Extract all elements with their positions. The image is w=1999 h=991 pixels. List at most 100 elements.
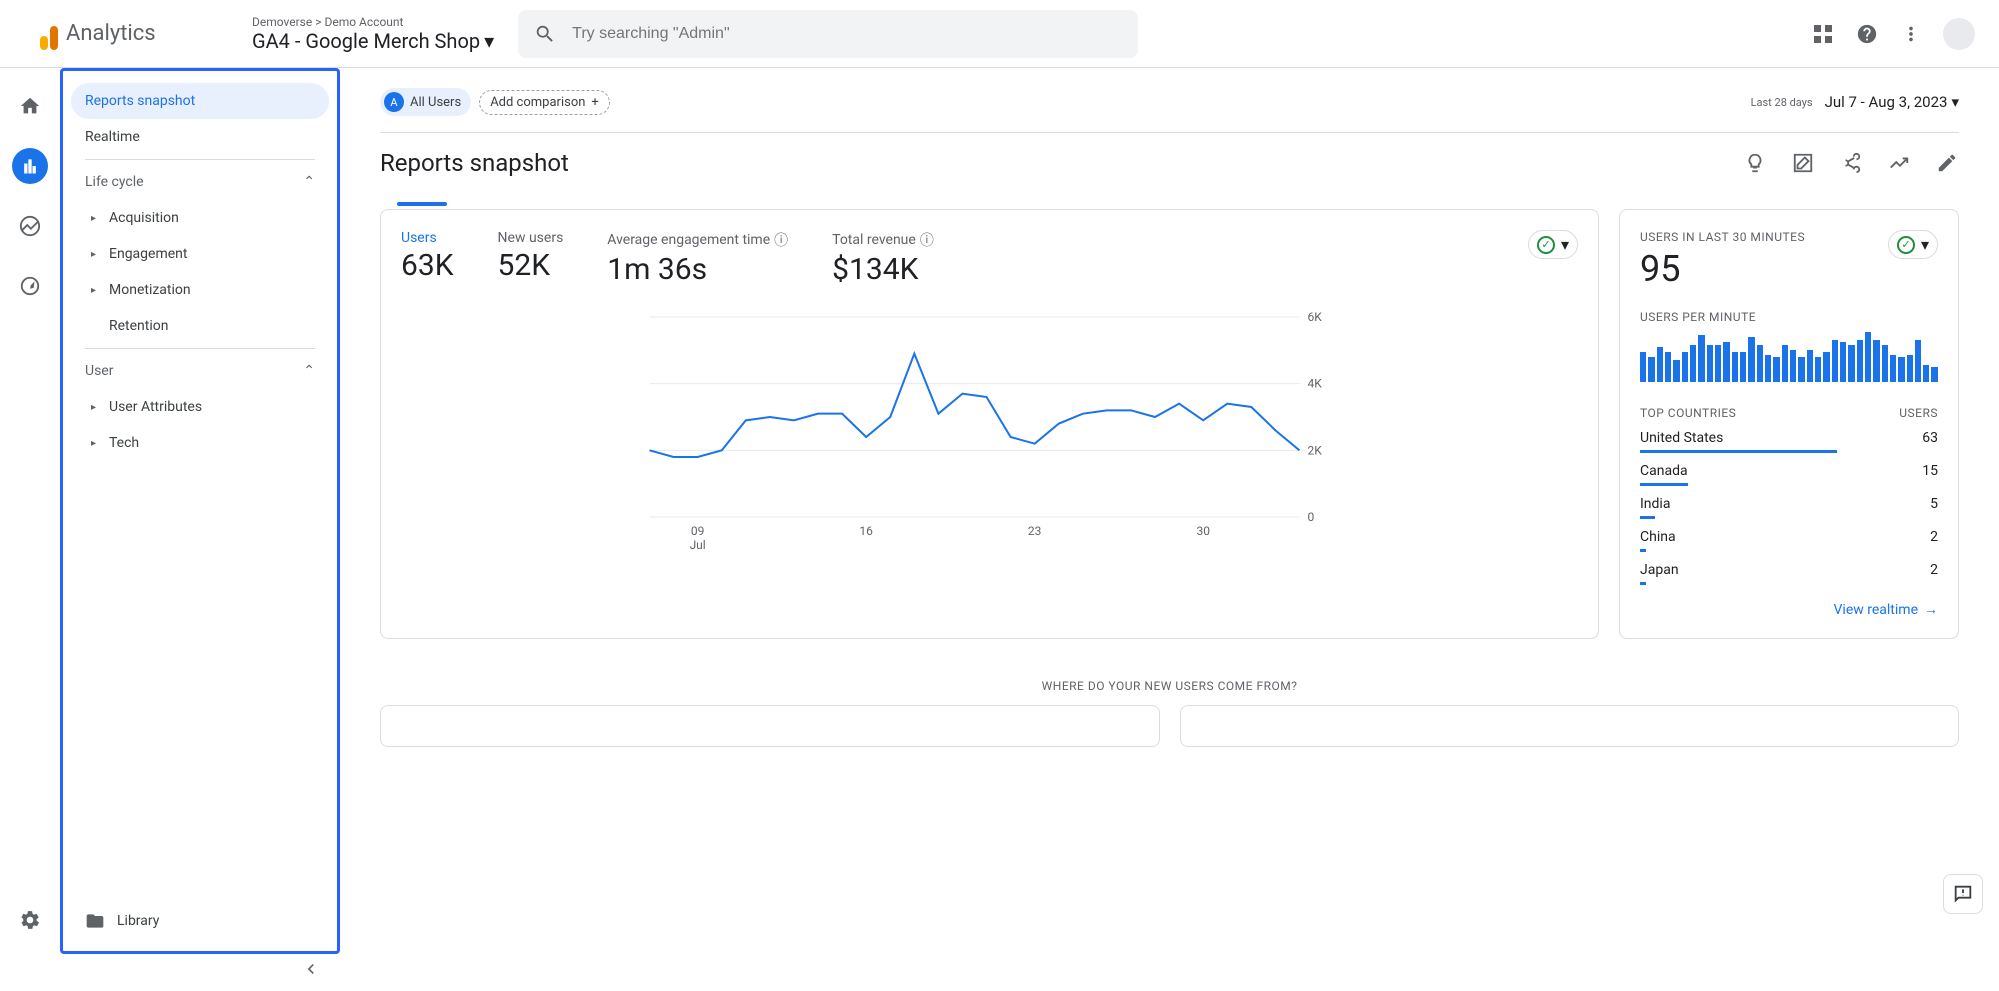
search-input[interactable] <box>572 25 1122 43</box>
caret-right-icon: ▸ <box>91 285 101 296</box>
nav-admin[interactable] <box>12 902 48 938</box>
segment-letter: A <box>384 92 404 112</box>
sidebar-item-label: Monetization <box>109 282 191 298</box>
library-label: Library <box>117 913 159 929</box>
users-line-chart: 02K4K6K09Jul162330 <box>401 307 1578 557</box>
help-icon[interactable] <box>1855 22 1879 46</box>
check-icon: ✓ <box>1897 236 1915 254</box>
segment-pill[interactable]: A All Users <box>380 88 471 116</box>
country-row: China2 <box>1640 529 1938 552</box>
svg-text:30: 30 <box>1196 524 1210 538</box>
users-per-minute-chart <box>1640 332 1938 382</box>
sidebar-item-retention[interactable]: Retention <box>71 308 329 344</box>
metric-value: $134K <box>832 252 934 287</box>
analytics-icon <box>40 18 58 50</box>
sidebar-item-acquisition[interactable]: ▸Acquisition <box>71 200 329 236</box>
nav-explore[interactable] <box>12 208 48 244</box>
card-placeholder <box>380 705 1160 747</box>
share-icon[interactable] <box>1839 151 1863 175</box>
caret-right-icon: ▸ <box>91 213 101 224</box>
segment-name: All Users <box>410 95 461 110</box>
svg-text:09: 09 <box>691 524 705 538</box>
more-menu-icon[interactable] <box>1899 22 1923 46</box>
country-row: India5 <box>1640 496 1938 519</box>
nav-reports[interactable] <box>12 148 48 184</box>
data-quality-chip[interactable]: ✓ ▾ <box>1888 230 1938 259</box>
chevron-down-icon: ▾ <box>1561 235 1569 254</box>
search-box[interactable] <box>518 10 1138 58</box>
breadcrumb: Demoverse > Demo Account <box>252 15 494 29</box>
sidebar-item-reports-snapshot[interactable]: Reports snapshot <box>71 83 329 119</box>
customize-icon[interactable] <box>1791 151 1815 175</box>
country-users: 2 <box>1930 562 1938 578</box>
country-row: United States63 <box>1640 430 1938 453</box>
collapse-button[interactable] <box>293 951 329 991</box>
add-comparison-button[interactable]: Add comparison + <box>479 90 610 115</box>
logo-text: Analytics <box>66 21 156 46</box>
country-name: Canada <box>1640 463 1688 479</box>
insights-icon[interactable] <box>1743 151 1767 175</box>
country-row: Canada15 <box>1640 463 1938 486</box>
edit-icon[interactable] <box>1935 151 1959 175</box>
section-user[interactable]: User ⌃ <box>71 353 329 389</box>
property-selector[interactable]: Demoverse > Demo Account GA4 - Google Me… <box>252 15 494 53</box>
svg-text:23: 23 <box>1028 524 1042 538</box>
country-row: Japan 2 <box>1640 562 1938 585</box>
sidebar-item-label: Retention <box>109 318 169 334</box>
help-icon[interactable]: ⓘ <box>774 230 788 250</box>
analytics-logo[interactable]: Analytics <box>40 18 220 50</box>
metric-tab-users[interactable]: Users 63K <box>401 230 454 283</box>
back-button[interactable] <box>8 22 32 46</box>
check-icon: ✓ <box>1537 236 1555 254</box>
data-quality-chip[interactable]: ✓ ▾ <box>1528 230 1578 259</box>
section-label: Life cycle <box>85 174 144 190</box>
country-name: China <box>1640 529 1676 545</box>
arrow-right-icon: → <box>1924 601 1938 618</box>
sidebar-item-engagement[interactable]: ▸ Engagement <box>71 236 329 272</box>
sidebar-item-tech[interactable]: ▸Tech <box>71 425 329 461</box>
card-placeholder <box>1180 705 1960 747</box>
sidebar-item-realtime[interactable]: Realtime <box>71 119 329 155</box>
metric-label: New users <box>498 230 564 246</box>
feedback-button[interactable] <box>1943 874 1983 914</box>
section-life-cycle[interactable]: Life cycle ⌃ <box>71 164 329 200</box>
nav-advertising[interactable] <box>12 268 48 304</box>
chevron-up-icon: ⌃ <box>303 174 315 190</box>
add-comparison-label: Add comparison <box>490 95 585 110</box>
svg-text:6K: 6K <box>1308 310 1323 324</box>
sidebar-item-monetization[interactable]: ▸ Monetization <box>71 272 329 308</box>
realtime-card: Users in last 30 minutes 95 ✓ ▾ Users pe… <box>1619 209 1959 639</box>
help-icon[interactable]: ⓘ <box>920 230 934 250</box>
country-name: Japan <box>1640 562 1679 578</box>
metric-tab-revenue[interactable]: Total revenue ⓘ $134K <box>832 230 934 287</box>
caret-right-icon: ▸ <box>91 402 101 413</box>
nav-home[interactable] <box>12 88 48 124</box>
chevron-down-icon: ▾ <box>484 29 494 53</box>
section-label: User <box>85 363 113 379</box>
trend-icon[interactable] <box>1887 151 1911 175</box>
metric-tab-engagement-time[interactable]: Average engagement time ⓘ 1m 36s <box>607 230 788 287</box>
metric-tab-new-users[interactable]: New users 52K <box>498 230 564 283</box>
svg-text:4K: 4K <box>1308 377 1323 391</box>
date-prefix: Last 28 days <box>1751 96 1813 109</box>
sidebar-item-library[interactable]: Library <box>71 899 329 943</box>
page-title: Reports snapshot <box>380 149 569 177</box>
date-range-picker[interactable]: Jul 7 - Aug 3, 2023 ▾ <box>1825 93 1959 111</box>
metric-value: 52K <box>498 248 564 283</box>
metric-value: 63K <box>401 248 454 283</box>
apps-icon[interactable] <box>1811 22 1835 46</box>
chevron-down-icon: ▾ <box>1951 93 1959 111</box>
sidebar-item-user-attributes[interactable]: ▸User Attributes <box>71 389 329 425</box>
users-col-header: Users <box>1899 406 1938 420</box>
country-users: 63 <box>1922 430 1938 446</box>
avatar[interactable] <box>1943 18 1975 50</box>
metric-label: Users <box>401 230 454 246</box>
property-name: GA4 - Google Merch Shop <box>252 29 480 53</box>
caret-right-icon: ▸ <box>91 249 101 260</box>
sidebar-item-label: Engagement <box>109 246 187 262</box>
countries-col-header: Top countries <box>1640 406 1736 420</box>
country-name: India <box>1640 496 1670 512</box>
svg-text:16: 16 <box>859 524 873 538</box>
view-realtime-label: View realtime <box>1834 602 1918 618</box>
view-realtime-link[interactable]: View realtime → <box>1640 601 1938 618</box>
